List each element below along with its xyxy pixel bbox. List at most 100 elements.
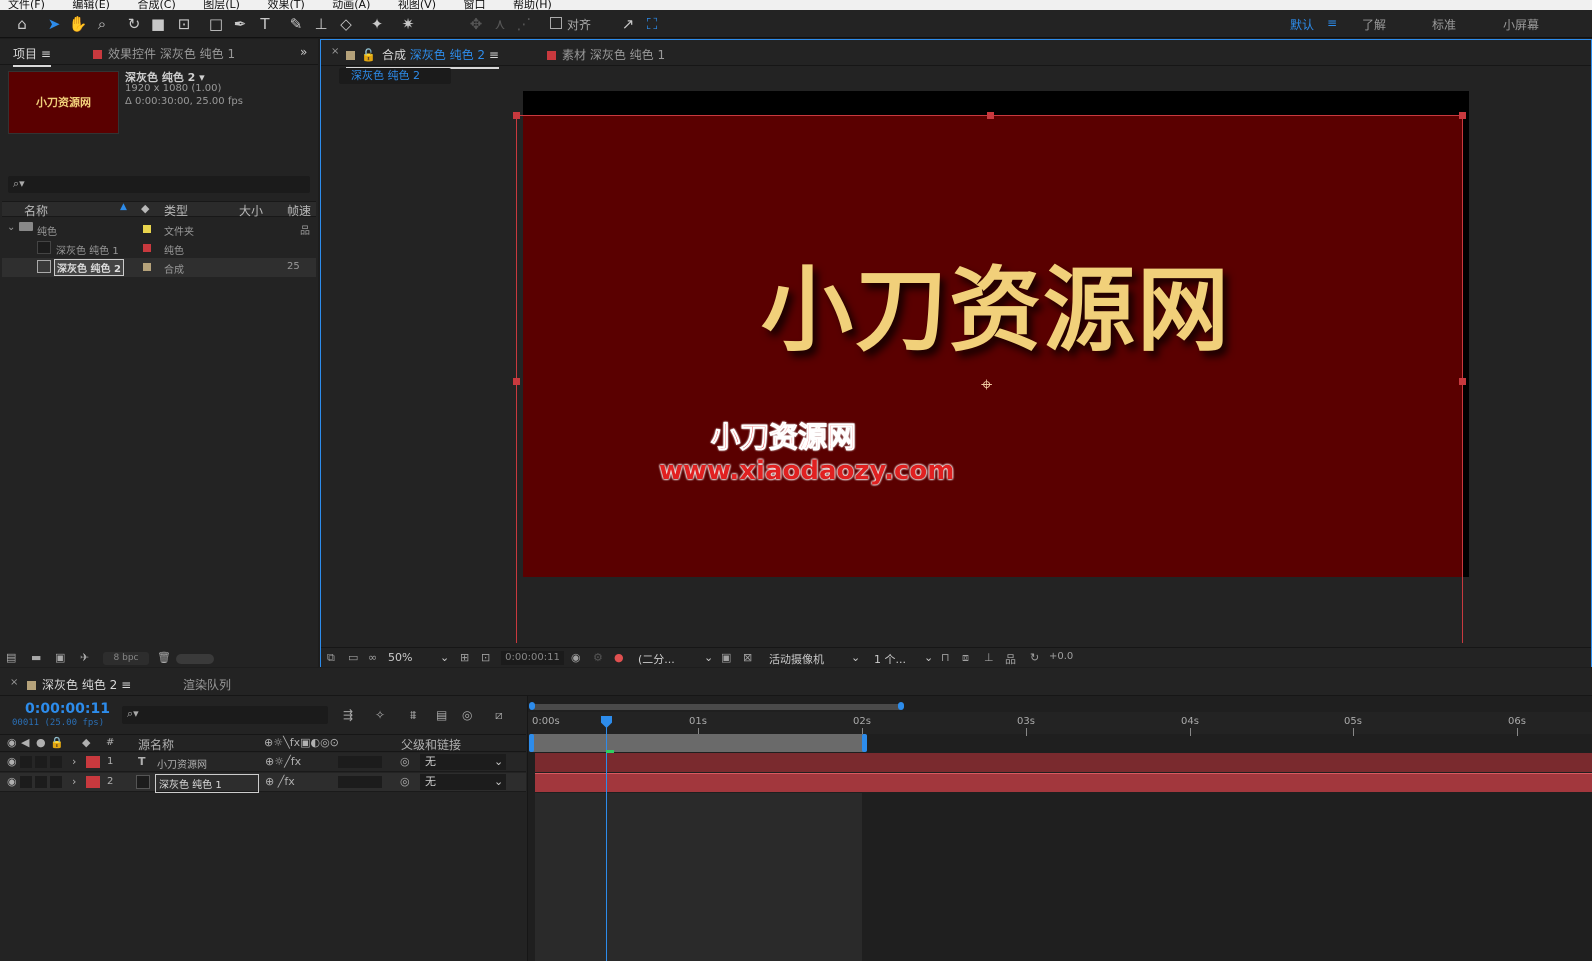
project-row-folder[interactable]: ⌄ 纯色 文件夹 品 bbox=[2, 220, 316, 239]
layer-handle[interactable] bbox=[513, 112, 520, 119]
pickwhip-icon[interactable]: ◎ bbox=[400, 775, 410, 788]
mask-view-icon[interactable]: ∞ bbox=[368, 651, 377, 664]
eye-icon[interactable]: ◉ bbox=[7, 775, 17, 788]
menu-view[interactable]: 视图(V) bbox=[398, 0, 436, 10]
layer-row-1[interactable]: ◉ › 1 T 小刀资源网 ⊕☼╱fx ◎ 无 ⌄ bbox=[0, 753, 526, 772]
bpc-button[interactable]: 8 bpc bbox=[103, 652, 149, 665]
layer-name[interactable]: 深灰色 纯色 1 bbox=[155, 774, 259, 793]
tab-menu-icon[interactable]: ≡ bbox=[41, 47, 51, 61]
pickwhip-icon[interactable]: ◎ bbox=[400, 755, 410, 768]
pan-behind-tool-icon[interactable]: ⊡ bbox=[174, 14, 194, 34]
hand-tool-icon[interactable]: ✋ bbox=[68, 14, 88, 34]
monitor-icon[interactable]: ▭ bbox=[348, 651, 358, 664]
safe-margins-icon[interactable]: ⊞ bbox=[460, 651, 469, 664]
expand-chevron-icon[interactable]: › bbox=[72, 755, 76, 768]
col-source-name[interactable]: 源名称 bbox=[138, 736, 174, 753]
snap-options-icon[interactable]: ↗ bbox=[618, 14, 638, 34]
graph-editor-icon[interactable]: ⧄ bbox=[495, 708, 503, 723]
workspace-menu-icon[interactable]: ≡ bbox=[1327, 16, 1337, 30]
label-color[interactable] bbox=[143, 244, 151, 252]
solo-toggle[interactable] bbox=[35, 776, 47, 788]
brush-tool-icon[interactable]: ✎ bbox=[286, 14, 306, 34]
new-folder-icon[interactable]: ▬ bbox=[31, 651, 41, 664]
workspace-default[interactable]: 默认 bbox=[1290, 16, 1314, 33]
flowchart-icon[interactable]: 品 bbox=[1005, 651, 1016, 667]
col-parent-link[interactable]: 父级和链接 bbox=[401, 736, 461, 753]
eye-icon[interactable]: ◉ bbox=[7, 736, 17, 749]
camera-select[interactable]: 活动摄像机 ⌄ bbox=[769, 651, 863, 667]
puppet-tool-icon[interactable]: ✷ bbox=[398, 14, 418, 34]
layer-label-color[interactable] bbox=[86, 776, 100, 788]
exposure-value[interactable]: +0.0 bbox=[1049, 651, 1073, 662]
eye-icon[interactable]: ◉ bbox=[7, 755, 17, 768]
layer-handle[interactable] bbox=[987, 112, 994, 119]
roto-brush-tool-icon[interactable]: ✦ bbox=[367, 14, 387, 34]
lock-toggle[interactable] bbox=[50, 756, 62, 768]
menu-file[interactable]: 文件(F) bbox=[8, 0, 45, 10]
draft-3d-icon[interactable]: ✧ bbox=[375, 708, 385, 722]
menu-help[interactable]: 帮助(H) bbox=[513, 0, 552, 10]
label-color[interactable] bbox=[143, 263, 151, 271]
always-preview-icon[interactable]: ⧉ bbox=[327, 651, 335, 665]
label-tag-icon[interactable]: ◆ bbox=[141, 202, 149, 215]
snapshot-icon[interactable]: ◉ bbox=[571, 651, 581, 664]
canvas-title-text[interactable]: 小刀资源网 bbox=[761, 236, 1231, 369]
parent-select[interactable]: 无 ⌄ bbox=[420, 754, 506, 770]
project-settings-icon[interactable]: ✈ bbox=[80, 651, 89, 664]
col-type[interactable]: 类型 bbox=[164, 202, 188, 219]
expand-chevron-icon[interactable]: › bbox=[72, 775, 76, 788]
work-area-end-handle[interactable] bbox=[862, 734, 867, 752]
project-row-solid[interactable]: 深灰色 纯色 1 纯色 bbox=[2, 239, 316, 258]
tab-footage[interactable]: 素材 深灰色 纯色 1 bbox=[547, 46, 665, 63]
lock-icon[interactable]: 🔒 bbox=[50, 736, 64, 749]
tab-timeline-comp[interactable]: 深灰色 纯色 2 ≡ bbox=[27, 676, 131, 693]
layer-switches-icon[interactable]: ⊕☼╲fx▣◐◎⊙ bbox=[264, 736, 339, 749]
transparency-icon[interactable]: ⊠ bbox=[743, 651, 752, 664]
menu-layer[interactable]: 图层(L) bbox=[203, 0, 240, 10]
panel-overflow-icon[interactable]: » bbox=[300, 45, 307, 59]
timecode-field[interactable]: 0:00:00:11 bbox=[501, 651, 564, 665]
workspace-small-screen[interactable]: 小屏幕 bbox=[1503, 16, 1539, 33]
axis-world-icon[interactable]: ⋏ bbox=[490, 14, 510, 34]
project-search-input[interactable]: ⌕▾ bbox=[8, 176, 310, 193]
tab-menu-icon[interactable]: ≡ bbox=[121, 678, 131, 692]
label-tag-icon[interactable]: ◆ bbox=[82, 736, 90, 749]
transparency-grid-icon[interactable]: ⊡ bbox=[481, 651, 490, 664]
menu-effect[interactable]: 效果(T) bbox=[267, 0, 304, 10]
interpret-footage-icon[interactable]: ▤ bbox=[6, 651, 16, 664]
layer-bar-1[interactable] bbox=[535, 753, 1592, 772]
close-tab-icon[interactable]: × bbox=[10, 677, 18, 688]
tab-composition[interactable]: 🔓 合成 深灰色 纯色 2 ≡ bbox=[346, 46, 499, 69]
views-select[interactable]: 1 个... ⌄ bbox=[874, 651, 934, 667]
text-tool-icon[interactable]: T bbox=[255, 14, 275, 34]
audio-icon[interactable]: ◀ bbox=[21, 736, 29, 749]
project-row-comp[interactable]: 深灰色 纯色 2 合成 25 bbox=[2, 258, 316, 277]
clone-stamp-tool-icon[interactable]: ⊥ bbox=[311, 14, 331, 34]
resolution-select[interactable]: (二分... ⌄ bbox=[638, 651, 714, 667]
axis-view-icon[interactable]: ⋰ bbox=[514, 14, 534, 34]
work-area-bar[interactable] bbox=[531, 734, 865, 752]
pixel-aspect-icon[interactable]: ⊓ bbox=[941, 651, 950, 664]
zoom-tool-icon[interactable]: ⌕ bbox=[92, 14, 112, 34]
layer-name[interactable]: 小刀资源网 bbox=[157, 756, 207, 771]
menu-edit[interactable]: 编辑(E) bbox=[72, 0, 110, 10]
home-icon[interactable]: ⌂ bbox=[12, 14, 32, 34]
reset-exposure-icon[interactable]: ↻ bbox=[1030, 651, 1039, 664]
eraser-tool-icon[interactable]: ◇ bbox=[336, 14, 356, 34]
layer-handle[interactable] bbox=[513, 378, 520, 385]
layer-handle[interactable] bbox=[1459, 112, 1466, 119]
workspace-learn[interactable]: 了解 bbox=[1362, 16, 1386, 33]
layer-switch-boxes[interactable] bbox=[338, 776, 382, 788]
menu-animation[interactable]: 动画(A) bbox=[332, 0, 370, 10]
label-color[interactable] bbox=[143, 225, 151, 233]
expand-chevron-icon[interactable]: ⌄ bbox=[7, 222, 15, 233]
layer-switches-icon[interactable]: ⊕☼╱fx bbox=[265, 755, 301, 768]
col-fps[interactable]: 帧速 bbox=[287, 202, 311, 219]
close-tab-icon[interactable]: × bbox=[331, 46, 339, 57]
fast-preview-icon[interactable]: ⧈ bbox=[962, 651, 969, 665]
zoom-select[interactable]: 50% ⌄ bbox=[388, 651, 452, 664]
frame-blending-icon[interactable]: ▤ bbox=[436, 708, 447, 722]
layer-row-2[interactable]: ◉ › 2 深灰色 纯色 1 ⊕ ╱fx ◎ 无 ⌄ bbox=[0, 773, 526, 793]
col-size[interactable]: 大小 bbox=[239, 202, 263, 219]
solo-icon[interactable]: ● bbox=[36, 736, 46, 749]
